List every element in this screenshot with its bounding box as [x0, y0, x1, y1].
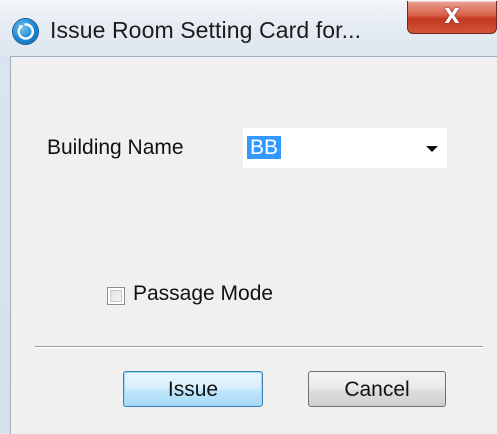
title-bar[interactable]: Issue Room Setting Card for... X	[0, 0, 497, 56]
passage-mode-label[interactable]: Passage Mode	[133, 282, 273, 306]
building-name-dropdown[interactable]: BB	[243, 128, 447, 168]
cancel-button[interactable]: Cancel	[308, 371, 446, 407]
building-name-label: Building Name	[47, 136, 184, 159]
issue-button[interactable]: Issue	[123, 371, 263, 407]
passage-mode-checkbox[interactable]	[107, 287, 125, 305]
window-title: Issue Room Setting Card for...	[50, 17, 362, 43]
separator-line	[35, 346, 483, 348]
dialog-window: Issue Room Setting Card for... X Buildin…	[0, 0, 497, 434]
dialog-body: Building Name BB Passage Mode Issue Canc…	[10, 56, 497, 434]
close-button[interactable]: X	[407, 1, 497, 34]
chevron-down-icon[interactable]	[426, 146, 438, 152]
app-logo-icon	[13, 19, 38, 44]
building-name-selected-value: BB	[247, 136, 282, 159]
close-icon: X	[444, 4, 460, 28]
